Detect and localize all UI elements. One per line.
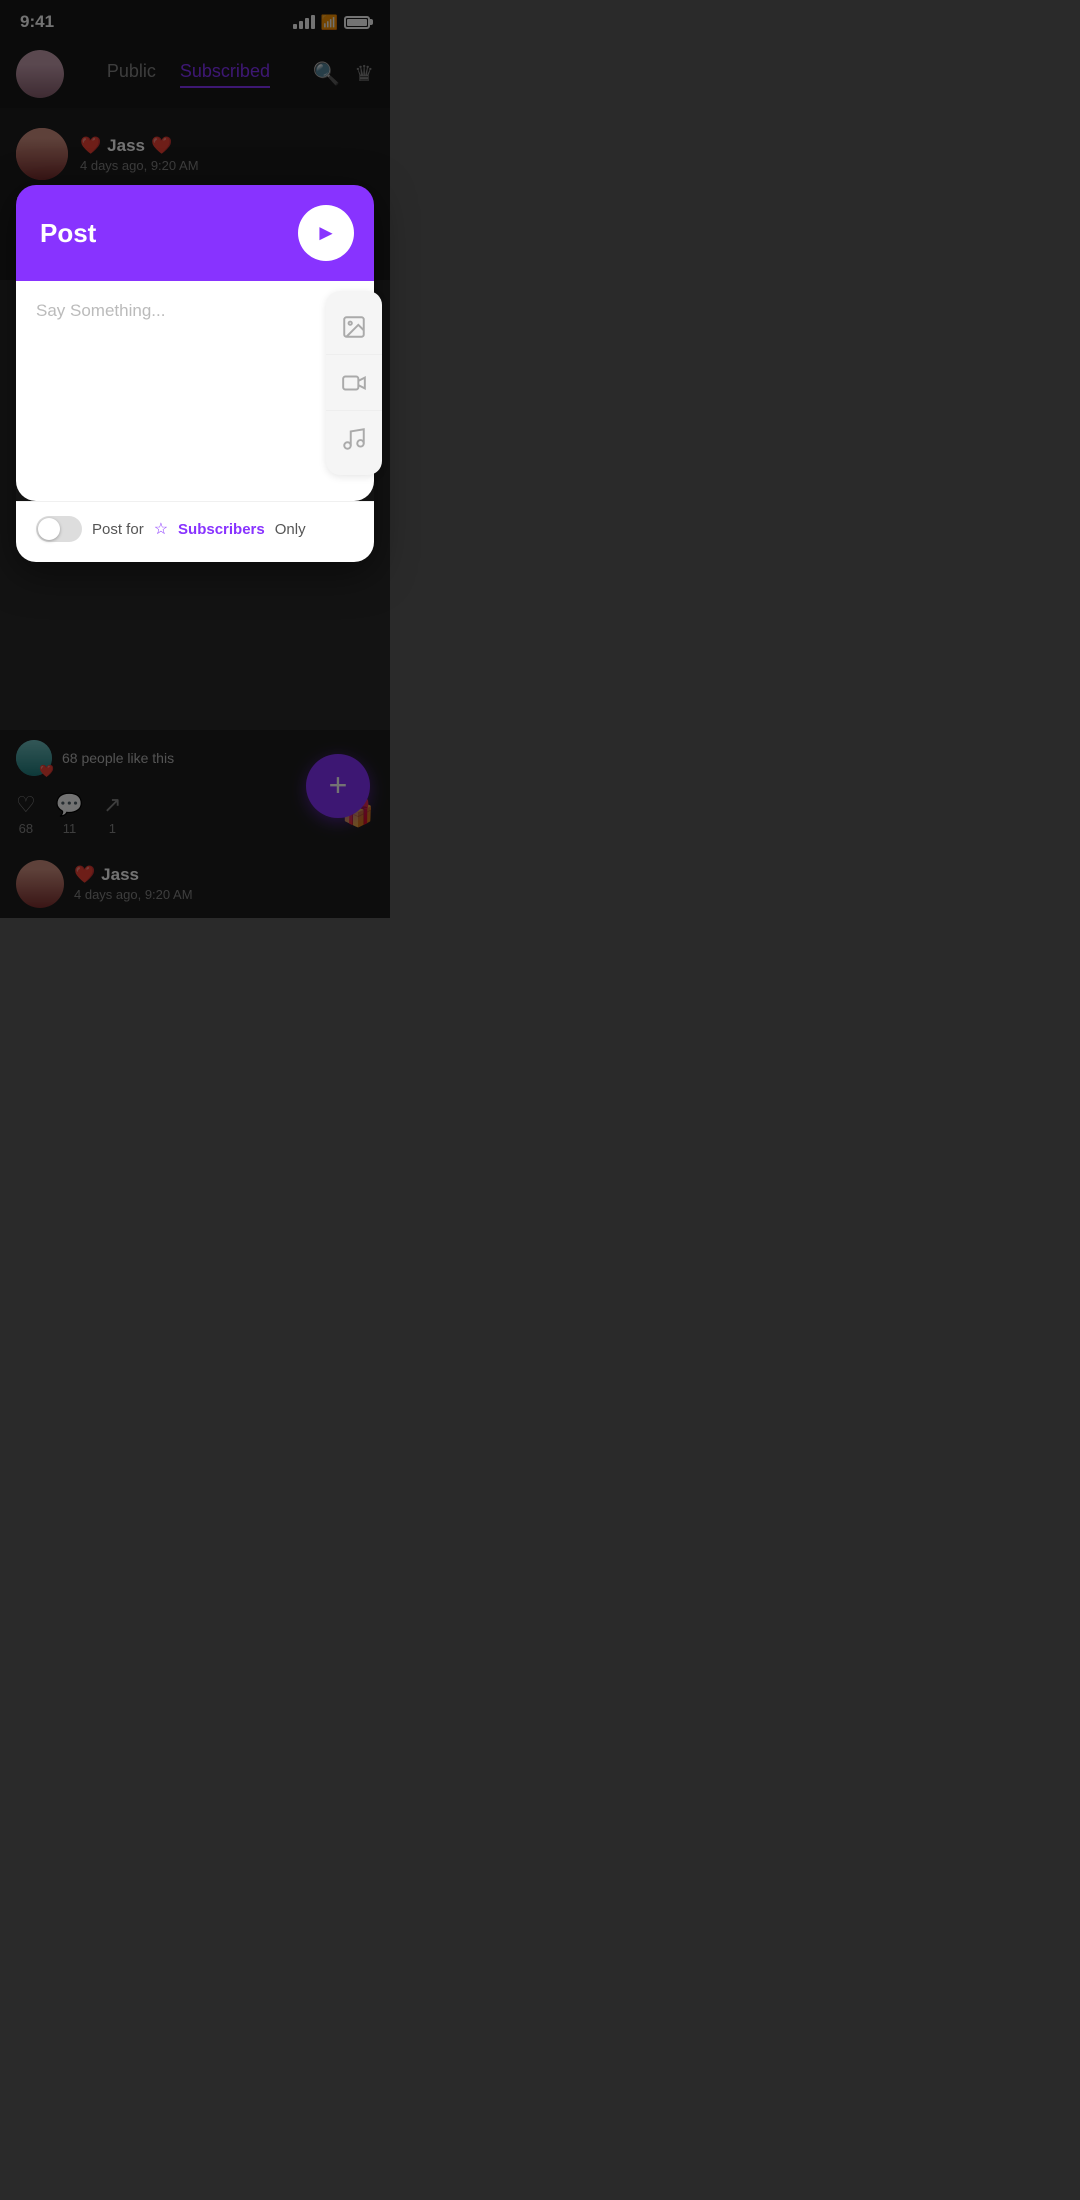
send-button[interactable]: ► bbox=[298, 205, 354, 261]
post-modal: Post ► Say Something... bbox=[16, 185, 374, 562]
image-button[interactable] bbox=[326, 299, 382, 355]
modal-textarea-wrapper[interactable]: Say Something... bbox=[36, 301, 354, 321]
media-sidebar bbox=[326, 291, 382, 475]
only-label: Only bbox=[275, 521, 306, 538]
subscribers-label[interactable]: Subscribers bbox=[178, 521, 265, 538]
modal-header: Post ► bbox=[16, 185, 374, 281]
subscribers-toggle[interactable] bbox=[36, 516, 82, 542]
modal-footer: Post for ☆ Subscribers Only bbox=[16, 501, 374, 562]
star-icon: ☆ bbox=[154, 519, 168, 539]
video-button[interactable] bbox=[326, 355, 382, 411]
send-icon: ► bbox=[315, 220, 337, 246]
music-button[interactable] bbox=[326, 411, 382, 467]
modal-title: Post bbox=[40, 218, 96, 249]
toggle-thumb bbox=[38, 518, 60, 540]
post-for-label: Post for bbox=[92, 521, 144, 538]
post-placeholder: Say Something... bbox=[36, 301, 165, 320]
modal-body: Say Something... bbox=[16, 281, 374, 501]
